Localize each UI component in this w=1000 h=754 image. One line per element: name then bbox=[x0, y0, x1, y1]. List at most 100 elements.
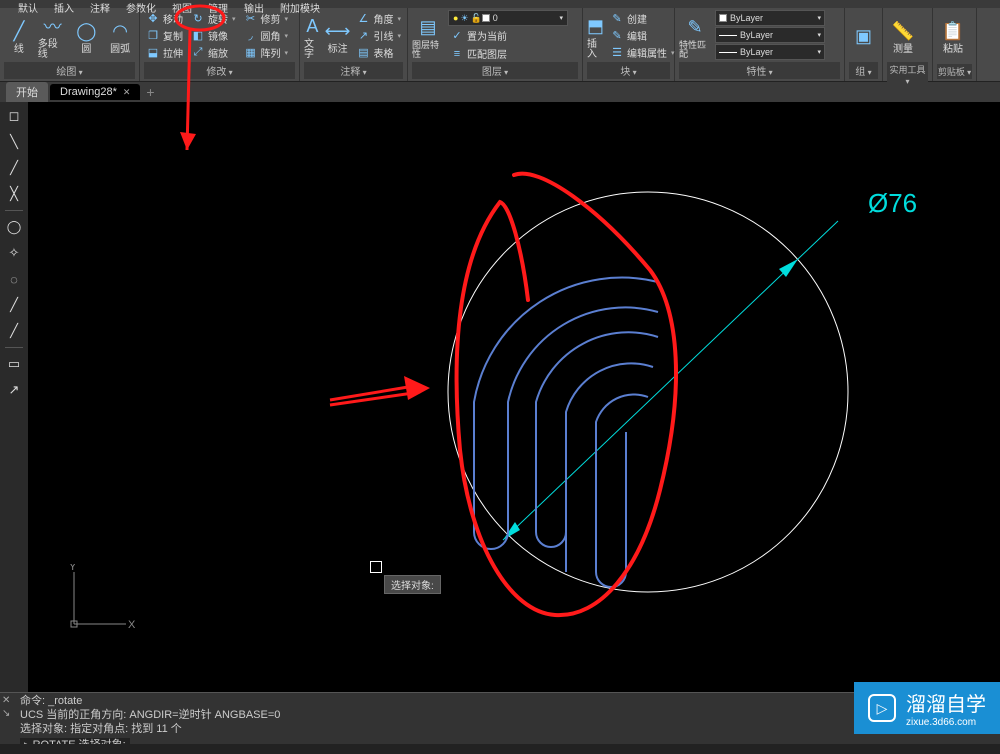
tb-icon[interactable]: ◯ bbox=[4, 217, 24, 237]
line-button[interactable]: ╱线 bbox=[4, 10, 34, 62]
stretch-button[interactable]: ⬓拉伸 bbox=[144, 44, 185, 61]
tb-icon[interactable]: ╱ bbox=[4, 295, 24, 315]
tb-icon[interactable]: ◌ bbox=[4, 269, 24, 289]
array-button[interactable]: ▦阵列▾ bbox=[242, 44, 291, 61]
color-dropdown[interactable]: ByLayer▾ bbox=[715, 10, 825, 26]
trim-icon: ✂ bbox=[244, 12, 258, 26]
create-icon: ✎ bbox=[610, 12, 624, 26]
panel-props-title[interactable]: 特性 bbox=[679, 62, 840, 79]
create-block-button[interactable]: ✎创建 bbox=[608, 10, 677, 27]
rotate-icon: ↻ bbox=[191, 12, 205, 26]
circle-button[interactable]: ◯圆 bbox=[72, 10, 102, 62]
table-icon: ▤ bbox=[356, 46, 370, 60]
match-props-button[interactable]: ✎特性匹配 bbox=[679, 10, 711, 62]
panel-modify-title[interactable]: 修改 bbox=[144, 62, 295, 79]
fillet-icon: ◞ bbox=[244, 29, 258, 43]
new-tab-button[interactable]: + bbox=[146, 84, 154, 100]
panel-draw: ╱线 〰多段线 ◯圆 ◠圆弧 绘图 bbox=[0, 8, 140, 81]
dimension-text: Ø76 bbox=[868, 188, 917, 218]
tb-icon[interactable]: ╱ bbox=[4, 158, 24, 178]
group-button[interactable]: ▣ bbox=[849, 10, 878, 62]
panel-utilities: 📏测量 实用工具 bbox=[883, 8, 933, 81]
tb-icon[interactable]: ╳ bbox=[4, 184, 24, 204]
panel-properties: ✎特性匹配 ByLayer▾ ByLayer▾ ByLayer▾ 特性 bbox=[675, 8, 845, 81]
tb-icon[interactable]: ▭ bbox=[4, 354, 24, 374]
set-current-button[interactable]: ✓置为当前 bbox=[448, 27, 568, 44]
rotate-button[interactable]: ↻旋转▾ bbox=[189, 10, 238, 27]
color-swatch bbox=[719, 14, 727, 22]
layer-dropdown[interactable]: ● ☀ 🔓 0 ▾ bbox=[448, 10, 568, 26]
mirror-button[interactable]: ◧镜像 bbox=[189, 27, 238, 44]
tab-default[interactable]: 默认 bbox=[10, 0, 46, 8]
tb-icon[interactable]: ◻ bbox=[4, 106, 24, 126]
move-icon: ✥ bbox=[146, 12, 160, 26]
tab-start[interactable]: 开始 bbox=[6, 82, 48, 102]
layer-props-button[interactable]: ▤图层特性 bbox=[412, 10, 444, 62]
insert-icon: ⬒ bbox=[587, 12, 604, 40]
drawing-canvas[interactable]: Ø76 Y X bbox=[28, 102, 1000, 696]
panel-group-title[interactable]: 组 bbox=[849, 62, 878, 79]
watermark: ▷ 溜溜自学 zixue.3d66.com bbox=[854, 682, 1000, 734]
match-props-icon: ✎ bbox=[687, 13, 702, 41]
tb-icon[interactable]: ╲ bbox=[4, 132, 24, 152]
measure-button[interactable]: 📏测量 bbox=[887, 10, 919, 62]
panel-clip-title[interactable]: 剪贴板 bbox=[937, 64, 972, 79]
angle-icon: ∠ bbox=[356, 12, 370, 26]
measure-icon: 📏 bbox=[892, 17, 914, 45]
leader-button[interactable]: ↗引线▾ bbox=[354, 27, 403, 44]
cmd-icons[interactable]: ✕↘ bbox=[2, 695, 10, 720]
panel-util-title[interactable]: 实用工具 bbox=[887, 62, 928, 87]
tab-output[interactable]: 输出 bbox=[236, 0, 272, 8]
scale-icon: ⤢ bbox=[191, 46, 205, 60]
separator bbox=[5, 347, 23, 348]
lt-icon bbox=[719, 52, 737, 53]
panel-block-title[interactable]: 块 bbox=[587, 62, 670, 79]
arc-button[interactable]: ◠圆弧 bbox=[105, 10, 135, 62]
panel-draw-title[interactable]: 绘图 bbox=[4, 62, 135, 79]
linetype-dropdown[interactable]: ByLayer▾ bbox=[715, 44, 825, 60]
trim-button[interactable]: ✂修剪▾ bbox=[242, 10, 291, 27]
tb-icon[interactable]: ╱ bbox=[4, 321, 24, 341]
edit-attr-button[interactable]: ☰编辑属性▾ bbox=[608, 44, 677, 61]
tab-insert[interactable]: 插入 bbox=[46, 0, 82, 8]
tab-parametric[interactable]: 参数化 bbox=[118, 0, 164, 8]
bulb-icon: ● bbox=[453, 13, 458, 23]
table-button[interactable]: ▤表格 bbox=[354, 44, 403, 61]
tb-icon[interactable]: ↗ bbox=[4, 380, 24, 400]
match-layer-button[interactable]: ≡匹配图层 bbox=[448, 45, 568, 62]
ribbon-tab-strip[interactable]: 默认 插入 注释 参数化 视图 管理 输出 附加模块 bbox=[0, 0, 1000, 8]
tab-view[interactable]: 视图 bbox=[164, 0, 200, 8]
dim-button[interactable]: ⟷标注 bbox=[325, 10, 351, 62]
command-line[interactable]: ✕↘ 命令: _rotate UCS 当前的正角方向: ANGDIR=逆时针 A… bbox=[0, 692, 1000, 744]
mirror-icon: ◧ bbox=[191, 29, 205, 43]
paste-button[interactable]: 📋粘贴 bbox=[937, 10, 969, 62]
edit-block-button[interactable]: ✎编辑 bbox=[608, 27, 677, 44]
text-button[interactable]: A文字 bbox=[304, 10, 321, 62]
angle-button[interactable]: ∠角度▾ bbox=[354, 10, 403, 27]
chevron-down-icon: ▾ bbox=[817, 14, 821, 22]
close-icon[interactable]: ✕ bbox=[123, 87, 131, 98]
text-icon: A bbox=[306, 12, 318, 40]
panel-layer-title[interactable]: 图层 bbox=[412, 62, 578, 79]
copy-button[interactable]: ❐复制 bbox=[144, 27, 185, 44]
polyline-button[interactable]: 〰多段线 bbox=[38, 10, 68, 62]
cursor-pickbox bbox=[370, 561, 382, 573]
tab-current-drawing[interactable]: Drawing28*✕ bbox=[50, 84, 140, 100]
match-icon: ≡ bbox=[450, 47, 464, 61]
panel-clipboard: 📋粘贴 剪贴板 bbox=[933, 8, 977, 81]
lineweight-dropdown[interactable]: ByLayer▾ bbox=[715, 27, 825, 43]
chevron-down-icon: ▾ bbox=[559, 14, 563, 22]
chevron-down-icon: ▾ bbox=[817, 31, 821, 39]
tab-addons[interactable]: 附加模块 bbox=[272, 0, 328, 8]
insert-block-button[interactable]: ⬒插入 bbox=[587, 10, 604, 62]
move-button[interactable]: ✥移动 bbox=[144, 10, 185, 27]
scale-button[interactable]: ⤢缩放 bbox=[189, 44, 238, 61]
svg-text:Y: Y bbox=[69, 564, 77, 573]
tb-icon[interactable]: ✧ bbox=[4, 243, 24, 263]
tab-manage[interactable]: 管理 bbox=[200, 0, 236, 8]
chevron-down-icon: ▾ bbox=[817, 48, 821, 56]
tab-annotate[interactable]: 注释 bbox=[82, 0, 118, 8]
panel-annot-title[interactable]: 注释 bbox=[304, 62, 403, 79]
fillet-button[interactable]: ◞圆角▾ bbox=[242, 27, 291, 44]
status-bar[interactable] bbox=[0, 744, 1000, 754]
